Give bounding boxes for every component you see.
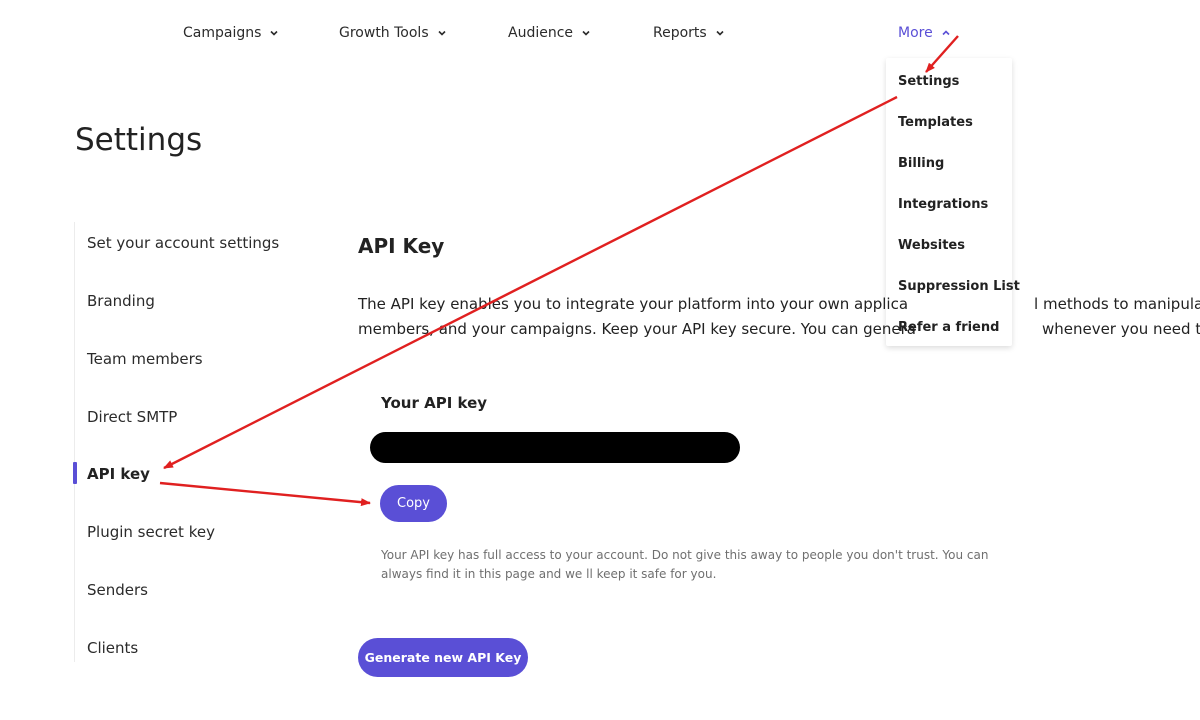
sidebar-item-account-settings[interactable]: Set your account settings — [87, 234, 279, 252]
dropdown-item-settings[interactable]: Settings — [898, 74, 959, 89]
settings-page: Campaigns Growth Tools Audience Reports … — [0, 0, 1200, 720]
nav-more-label: More — [898, 25, 933, 41]
nav-growth-tools[interactable]: Growth Tools — [339, 22, 447, 44]
nav-campaigns-label: Campaigns — [183, 25, 262, 41]
sidebar-item-branding[interactable]: Branding — [87, 292, 155, 310]
generate-api-key-button[interactable]: Generate new API Key — [358, 638, 528, 677]
copy-button[interactable]: Copy — [380, 485, 447, 522]
chevron-down-icon — [269, 28, 279, 38]
section-title: API Key — [358, 234, 445, 258]
sidebar-item-senders[interactable]: Senders — [87, 581, 148, 599]
sidebar-item-clients[interactable]: Clients — [87, 639, 138, 657]
description-line2: members, and your campaigns. Keep your A… — [358, 320, 916, 338]
nav-reports-label: Reports — [653, 25, 707, 41]
description-line1-tail: l methods to manipulate y — [1034, 295, 1200, 313]
nav-reports[interactable]: Reports — [653, 22, 725, 44]
dropdown-item-websites[interactable]: Websites — [898, 238, 965, 253]
nav-audience-label: Audience — [508, 25, 574, 41]
nav-audience[interactable]: Audience — [508, 22, 591, 44]
api-key-label: Your API key — [381, 394, 488, 412]
chevron-down-icon — [715, 28, 725, 38]
chevron-down-icon — [437, 28, 447, 38]
dropdown-item-integrations[interactable]: Integrations — [898, 197, 988, 212]
settings-sidebar: Set your account settings Branding Team … — [73, 222, 335, 662]
dropdown-item-billing[interactable]: Billing — [898, 156, 944, 171]
chevron-down-icon — [581, 28, 591, 38]
description-line2-tail: whenever you need to. — [1041, 320, 1200, 338]
api-key-description: The API key enables you to integrate you… — [358, 292, 1200, 342]
description-line1: The API key enables you to integrate you… — [358, 295, 909, 313]
api-key-value-redacted — [370, 432, 740, 463]
sidebar-item-api-key[interactable]: API key — [87, 465, 150, 483]
nav-more[interactable]: More — [898, 22, 951, 44]
dropdown-item-templates[interactable]: Templates — [898, 115, 973, 130]
sidebar-item-direct-smtp[interactable]: Direct SMTP — [87, 408, 177, 426]
sidebar-item-plugin-secret-key[interactable]: Plugin secret key — [87, 523, 215, 541]
active-indicator — [73, 462, 77, 484]
top-navigation: Campaigns Growth Tools Audience Reports … — [0, 0, 1200, 66]
nav-growth-tools-label: Growth Tools — [339, 25, 429, 41]
sidebar-item-team-members[interactable]: Team members — [87, 350, 203, 368]
chevron-up-icon — [941, 28, 951, 38]
page-title: Settings — [75, 122, 203, 158]
nav-campaigns[interactable]: Campaigns — [183, 22, 279, 44]
api-key-warning: Your API key has full access to your acc… — [381, 548, 989, 581]
